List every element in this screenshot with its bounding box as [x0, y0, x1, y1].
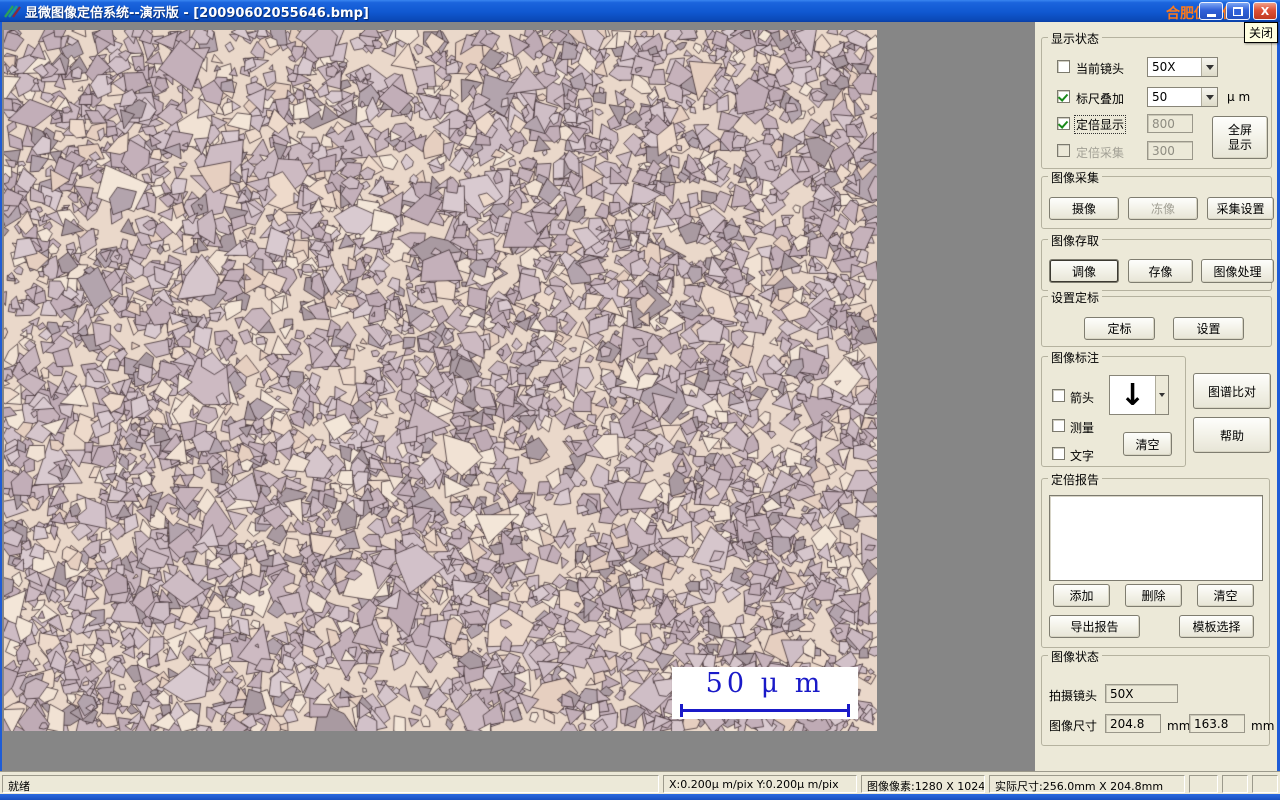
arrow-checkbox[interactable]: [1052, 389, 1065, 402]
scale-bar-label: 50 μ m: [705, 668, 825, 699]
scale-bar-tick-right: [847, 704, 850, 717]
restore-button[interactable]: [1226, 2, 1250, 20]
scaling-capture-field: 300: [1147, 141, 1193, 160]
group-display-status: 显示状态 当前镜头 50X 标尺叠加 50 μ m 定倍显示 800 定倍采集 …: [1041, 30, 1272, 169]
image-width-field: 204.8: [1105, 714, 1161, 733]
window-title: 显微图像定倍系统--演示版 - [20090602055646.bmp]: [25, 5, 369, 21]
ruler-unit-label: μ m: [1227, 90, 1251, 104]
current-lens-checkbox[interactable]: [1057, 60, 1070, 73]
group-annotation: 图像标注 箭头 测量 文字 ↓ 清空: [1041, 349, 1186, 467]
scaling-display-label: 定倍显示: [1074, 115, 1127, 134]
group-report-label: 定倍报告: [1048, 471, 1103, 488]
app-icon: [4, 5, 21, 18]
chevron-down-icon[interactable]: [1155, 376, 1168, 414]
fullscreen-label-line1: 全屏: [1227, 122, 1252, 137]
group-calibration-label: 设置定标: [1048, 289, 1103, 306]
micrograph-image: [4, 30, 877, 731]
group-capture: 图像采集 摄像 冻像 采集设置: [1041, 169, 1274, 229]
status-bar: 就绪 X:0.200μ m/pix Y:0.200μ m/pix 图像像素:12…: [0, 771, 1280, 794]
ruler-value-combo[interactable]: 50: [1147, 87, 1218, 107]
chevron-down-icon[interactable]: [1201, 58, 1217, 76]
measure-checkbox[interactable]: [1052, 419, 1065, 432]
current-lens-value: 50X: [1152, 60, 1176, 74]
save-image-button[interactable]: 存像: [1128, 259, 1193, 283]
restore-icon: [1233, 6, 1243, 16]
title-bar: 显微图像定倍系统--演示版 - [20090602055646.bmp] 合肥仪…: [0, 0, 1280, 22]
arrow-down-icon: ↓: [1119, 377, 1146, 413]
calibrate-button[interactable]: 定标: [1084, 317, 1155, 340]
status-empty-panel: [1189, 775, 1218, 793]
shoot-button[interactable]: 摄像: [1049, 197, 1119, 220]
group-calibration: 设置定标 定标 设置: [1041, 289, 1272, 347]
group-capture-label: 图像采集: [1048, 169, 1103, 186]
scaling-display-checkbox[interactable]: [1057, 117, 1070, 130]
measure-label: 测量: [1070, 421, 1095, 435]
image-height-unit: mm: [1251, 719, 1275, 733]
calibration-settings-button[interactable]: 设置: [1173, 317, 1244, 340]
export-report-button[interactable]: 导出报告: [1049, 615, 1140, 638]
scale-bar-overlay: 50 μ m: [672, 667, 858, 719]
group-report: 定倍报告 添加 删除 清空 导出报告 模板选择: [1041, 471, 1270, 648]
freeze-button: 冻像: [1128, 197, 1198, 220]
control-panel: 显示状态 当前镜头 50X 标尺叠加 50 μ m 定倍显示 800 定倍采集 …: [1035, 22, 1277, 771]
close-button[interactable]: X: [1253, 2, 1277, 20]
status-ready: 就绪: [2, 775, 659, 793]
status-empty-panel: [1252, 775, 1278, 793]
ruler-value: 50: [1152, 90, 1168, 104]
image-width-unit: mm: [1167, 719, 1191, 733]
arrow-style-combo[interactable]: ↓: [1109, 375, 1169, 415]
scale-bar-line: [680, 704, 850, 717]
group-annotation-label: 图像标注: [1048, 349, 1103, 366]
report-add-button[interactable]: 添加: [1053, 584, 1110, 607]
group-image-status: 图像状态 拍摄镜头 50X 图像尺寸 204.8 mm 163.8 mm: [1041, 648, 1274, 746]
ruler-overlay-label: 标尺叠加: [1076, 92, 1125, 106]
minimize-icon: [1206, 9, 1216, 17]
status-pixels: 图像像素:1280 X 1024: [861, 775, 985, 793]
report-listbox[interactable]: [1049, 495, 1263, 581]
annotation-clear-button[interactable]: 清空: [1123, 432, 1172, 456]
window-border-bottom: [0, 794, 1280, 800]
group-display-status-label: 显示状态: [1048, 30, 1103, 47]
image-height-field: 163.8: [1189, 714, 1245, 733]
shooting-lens-field: 50X: [1105, 684, 1178, 703]
fullscreen-label-line2: 显示: [1227, 137, 1252, 152]
atlas-compare-button[interactable]: 图谱比对: [1193, 373, 1271, 409]
group-storage-label: 图像存取: [1048, 232, 1103, 249]
scale-bar-tick-left: [680, 704, 683, 717]
current-lens-label: 当前镜头: [1076, 62, 1125, 76]
ruler-overlay-checkbox[interactable]: [1057, 90, 1070, 103]
status-actual-size: 实际尺寸:256.0mm X 204.8mm: [989, 775, 1185, 793]
scaling-display-field: 800: [1147, 114, 1193, 133]
template-select-button[interactable]: 模板选择: [1179, 615, 1254, 638]
capture-settings-button[interactable]: 采集设置: [1207, 197, 1274, 220]
image-viewport: 50 μ m: [2, 22, 1035, 771]
report-delete-button[interactable]: 删除: [1125, 584, 1182, 607]
text-checkbox[interactable]: [1052, 447, 1065, 460]
minimize-button[interactable]: [1199, 2, 1223, 20]
group-storage: 图像存取 调像 存像 图像处理: [1041, 232, 1274, 291]
image-size-label: 图像尺寸: [1049, 719, 1098, 733]
close-tooltip: 关闭: [1243, 22, 1278, 43]
current-lens-combo[interactable]: 50X: [1147, 57, 1218, 77]
load-image-button[interactable]: 调像: [1049, 259, 1119, 283]
status-resolution: X:0.200μ m/pix Y:0.200μ m/pix: [663, 775, 857, 793]
close-icon: X: [1260, 4, 1270, 18]
arrow-label: 箭头: [1070, 391, 1095, 405]
shooting-lens-label: 拍摄镜头: [1049, 689, 1098, 703]
fullscreen-button[interactable]: 全屏 显示: [1212, 116, 1268, 159]
scaling-capture-checkbox: [1057, 144, 1070, 157]
chevron-down-icon[interactable]: [1201, 88, 1217, 106]
help-button[interactable]: 帮助: [1193, 417, 1271, 453]
image-process-button[interactable]: 图像处理: [1201, 259, 1274, 283]
group-image-status-label: 图像状态: [1048, 648, 1103, 665]
status-empty-panel: [1222, 775, 1248, 793]
report-clear-button[interactable]: 清空: [1197, 584, 1254, 607]
scaling-capture-label: 定倍采集: [1076, 146, 1125, 160]
app-window: 显微图像定倍系统--演示版 - [20090602055646.bmp] 合肥仪…: [0, 0, 1280, 800]
text-label: 文字: [1070, 449, 1095, 463]
window-controls: X: [1199, 2, 1277, 20]
